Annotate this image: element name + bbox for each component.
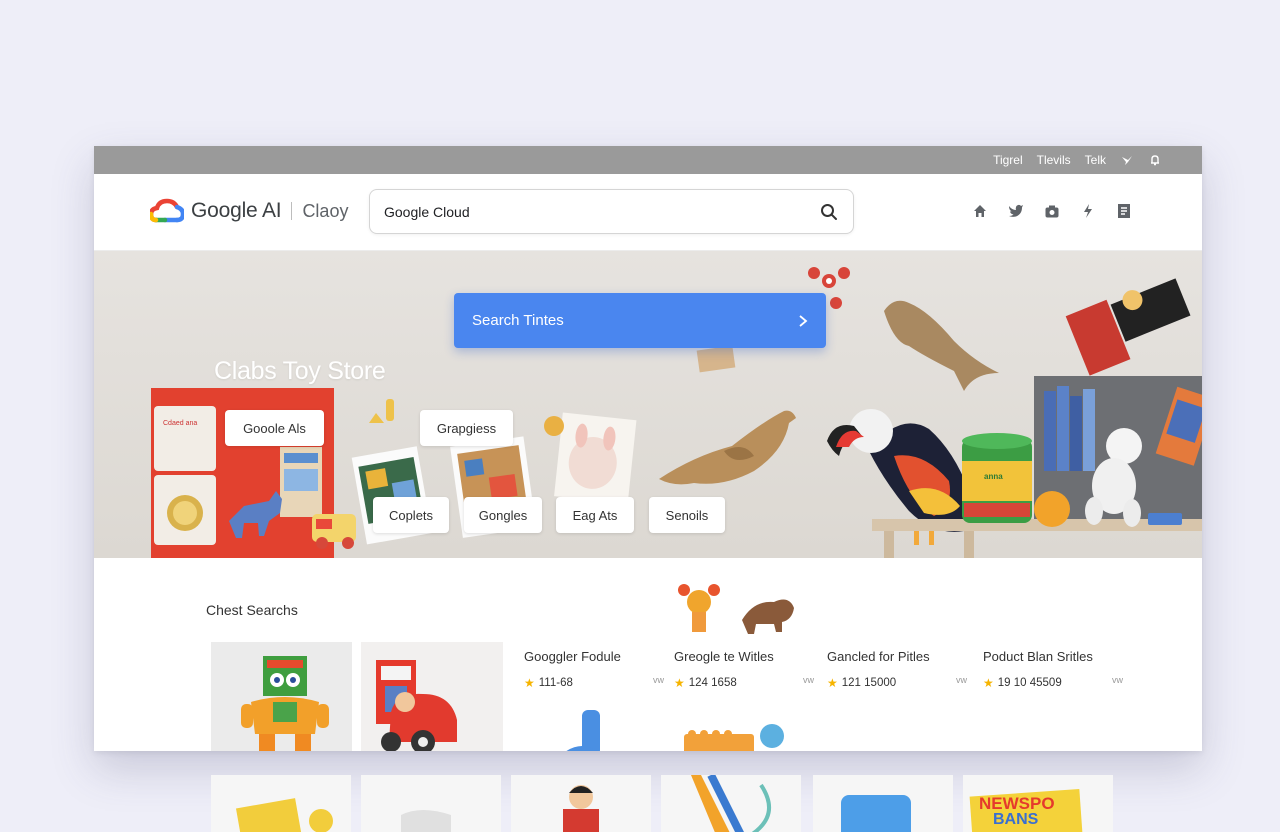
section-title: Chest Searchs [206,602,298,618]
lower-tile-2[interactable] [361,775,501,832]
topbar-link-1[interactable]: Tigrel [993,153,1023,167]
lower-tile-4[interactable] [661,773,801,832]
lower-tile-1[interactable] [211,775,351,832]
sticker-word-2: BANS [993,811,1039,828]
cloud-logo-icon [150,198,184,223]
product-name: Claoy [302,200,349,221]
brand-name: Google AI [191,199,282,222]
toy-figure-image [241,656,329,751]
chip-gooole-als[interactable]: Gooole Als [225,410,324,446]
more-indicator: vw [803,675,814,685]
topbar-link-2[interactable]: Tlevils [1037,153,1071,167]
header-icons [972,202,1132,220]
camera-icon[interactable] [1044,202,1060,220]
can-label: anna [984,472,1003,481]
product-thumb-1[interactable] [211,642,352,751]
search-box[interactable] [369,189,854,234]
product-card-2[interactable]: Greogle te Witles ★ 124 1658 vw [674,649,814,690]
product-card-4[interactable]: Poduct Blan Sritles ★ 19 10 45509 vw [983,649,1123,690]
chip-senoils[interactable]: Senoils [649,497,725,533]
bolt-icon[interactable] [1080,202,1096,220]
twitter-icon[interactable] [1120,153,1134,167]
box-label: Cdaed ana [161,419,200,428]
product-title: Gancled for Pitles [827,649,930,664]
brand[interactable]: Google AI Claoy [150,198,348,224]
product-rating: ★ 19 10 45509 [983,676,1123,690]
lower-tile-5[interactable] [813,775,953,832]
brand-divider [291,202,293,220]
chip-grapgiess[interactable]: Grapgiess [420,410,513,446]
star-icon: ★ [983,676,994,690]
sticker-word-1: NEWSPO [979,794,1055,813]
top-bar: Tigrel Tlevils Telk [94,146,1202,174]
search-icon[interactable] [819,202,839,222]
store-title: Clabs Toy Store [214,357,386,385]
bottom-toys [566,710,784,751]
home-icon[interactable] [972,202,988,220]
chevron-right-icon [799,314,808,327]
product-title: Poduct Blan Sritles [983,649,1093,664]
lower-tile-3[interactable] [511,775,651,832]
search-input[interactable] [384,203,819,220]
lower-tile-6[interactable]: NEWSPO BANS [963,775,1113,832]
bell-icon[interactable] [1148,153,1162,167]
toy-truck-image [376,660,457,751]
rating-value: 19 10 45509 [997,677,1062,689]
hero-banner: Search Tintes Clabs Toy Store Cdaed ana … [94,251,1202,558]
header: Google AI Claoy [94,174,1202,251]
product-title: Googgler Fodule [524,649,621,664]
chip-coplets[interactable]: Coplets [373,497,449,533]
topbar-link-3[interactable]: Telk [1085,153,1106,167]
product-title: Greogle te Witles [674,649,774,664]
more-indicator: vw [653,675,664,685]
more-indicator: vw [1112,675,1123,685]
more-indicator: vw [956,675,967,685]
product-card-1[interactable]: Googgler Fodule ★ 111-68 vw [524,649,664,690]
browser-window: Tigrel Tlevils Telk Google AI Claoy Goog… [94,146,1202,751]
hero-search-label: Search Tintes [472,312,564,329]
hero-search-button[interactable]: Search Tintes [454,293,826,348]
product-thumb-2[interactable] [361,642,503,751]
chip-eag-ats[interactable]: Eag Ats [556,497,634,533]
product-card-3[interactable]: Gancled for Pitles ★ 121 15000 vw [827,649,967,690]
document-icon[interactable] [1116,202,1132,220]
decorative-toys [678,584,794,634]
chip-gongles[interactable]: Gongles [464,497,542,533]
twitter-icon[interactable] [1008,202,1024,220]
lower-page: NEWSPO BANS [94,751,1202,832]
